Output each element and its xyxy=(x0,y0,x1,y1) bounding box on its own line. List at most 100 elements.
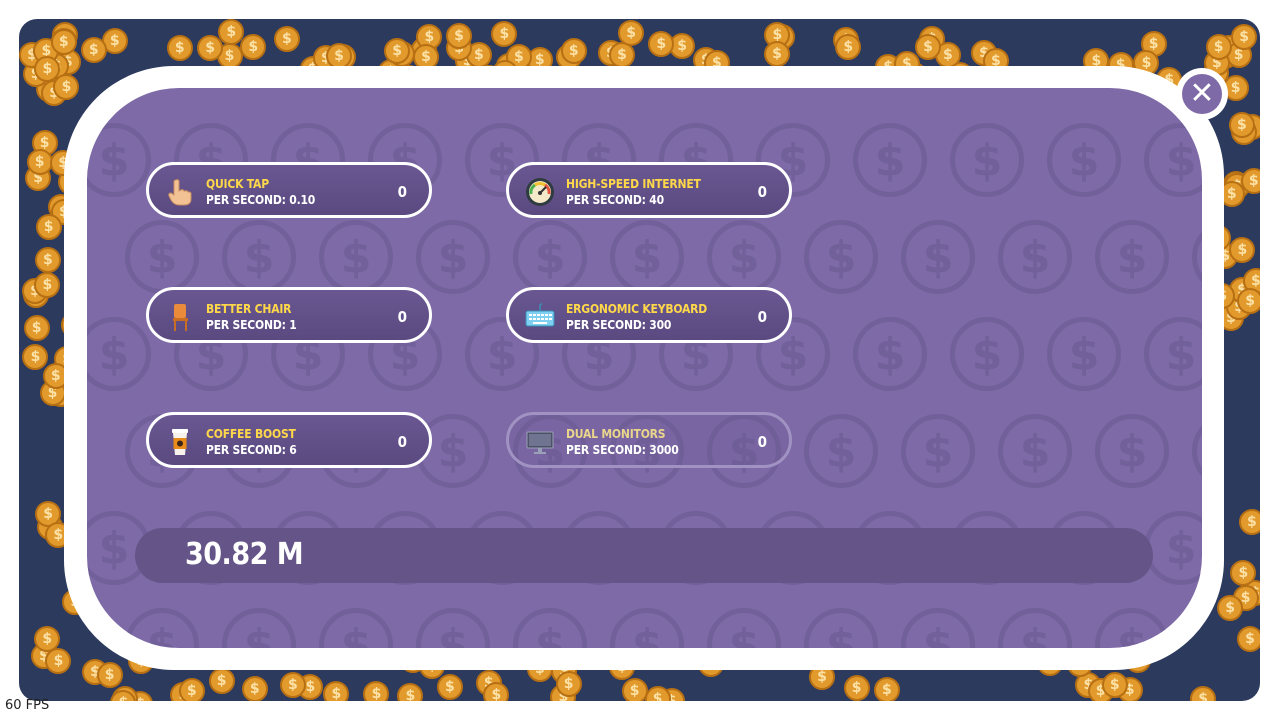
fps-counter: 60 FPS xyxy=(5,698,50,713)
panel-pattern-coin: $ xyxy=(950,123,1024,197)
panel-pattern-coin: $ xyxy=(87,123,151,197)
panel-pattern-coin: $ xyxy=(1144,317,1202,391)
upgrade-high-speed-internet[interactable]: HIGH-SPEED INTERNET PER SECOND: 40 0 xyxy=(506,162,792,218)
hand-tap-icon xyxy=(168,179,192,206)
upgrade-quick-tap[interactable]: QUICK TAP PER SECOND: 0.10 0 xyxy=(146,162,432,218)
upgrade-name: BETTER CHAIR xyxy=(206,302,292,316)
panel-pattern-coin: $ xyxy=(1047,317,1121,391)
falling-coin: $ xyxy=(1217,594,1244,621)
panel-pattern-coin: $ xyxy=(804,414,878,488)
falling-coin: $ xyxy=(22,344,49,371)
chair-icon xyxy=(173,304,188,331)
upgrade-count: 0 xyxy=(757,433,767,451)
balance-value: 30.82 M xyxy=(185,537,304,572)
speedometer-icon xyxy=(526,178,554,206)
panel-pattern-coin: $ xyxy=(416,220,490,294)
falling-coin: $ xyxy=(648,30,675,57)
falling-coin: $ xyxy=(326,42,353,69)
panel-pattern-coin: $ xyxy=(610,608,684,648)
panel-pattern-coin: $ xyxy=(950,317,1024,391)
falling-coin: $ xyxy=(873,677,900,701)
panel-pattern-coin: $ xyxy=(222,220,296,294)
falling-coin: $ xyxy=(1238,508,1260,535)
upgrade-rate: PER SECOND: 0.10 xyxy=(206,193,316,207)
panel-pattern-coin: $ xyxy=(513,608,587,648)
upgrade-name: ERGONOMIC KEYBOARD xyxy=(566,302,708,316)
panel-pattern-coin: $ xyxy=(901,414,975,488)
upgrade-better-chair[interactable]: BETTER CHAIR PER SECOND: 1 0 xyxy=(146,287,432,343)
panel-pattern-coin: $ xyxy=(610,220,684,294)
falling-coin: $ xyxy=(843,675,870,701)
panel-pattern-coin: $ xyxy=(707,220,781,294)
upgrade-count: 0 xyxy=(397,433,407,451)
upgrade-name: QUICK TAP xyxy=(206,177,269,191)
falling-coin: $ xyxy=(208,667,235,694)
panel-pattern-coin: $ xyxy=(998,608,1072,648)
panel-pattern-coin: $ xyxy=(1095,414,1169,488)
falling-coin: $ xyxy=(166,35,193,62)
panel-pattern-coin: $ xyxy=(513,220,587,294)
falling-coin: $ xyxy=(80,36,107,63)
falling-coin: $ xyxy=(323,681,350,701)
falling-coin: $ xyxy=(45,648,72,674)
falling-coin: $ xyxy=(621,677,648,701)
upgrade-count: 0 xyxy=(397,308,407,326)
falling-coin: $ xyxy=(96,662,123,688)
falling-coin: $ xyxy=(363,681,390,701)
upgrade-name: COFFEE BOOST xyxy=(206,427,296,441)
panel-pattern-coin: $ xyxy=(319,608,393,648)
panel-pattern-coin: $ xyxy=(1047,123,1121,197)
panel-pattern-coin: $ xyxy=(1192,220,1202,294)
falling-coin: $ xyxy=(764,40,791,67)
panel-pattern-coin: $ xyxy=(853,317,927,391)
falling-coin: $ xyxy=(446,23,473,50)
upgrade-rate: PER SECOND: 3000 xyxy=(566,443,679,457)
upgrade-coffee-boost[interactable]: COFFEE BOOST PER SECOND: 6 0 xyxy=(146,412,432,468)
panel-pattern-coin: $ xyxy=(1095,608,1169,648)
falling-coin: $ xyxy=(1236,625,1260,652)
falling-coin: $ xyxy=(1229,236,1256,263)
upgrade-dual-monitors[interactable]: DUAL MONITORS PER SECOND: 3000 0 xyxy=(506,412,792,468)
panel-pattern-coin: $ xyxy=(319,220,393,294)
panel-pattern-coin: $ xyxy=(125,608,199,648)
falling-coin: $ xyxy=(1205,34,1232,61)
falling-coin: $ xyxy=(240,33,267,60)
upgrade-rate: PER SECOND: 40 xyxy=(566,193,664,207)
close-icon: ✕ xyxy=(1182,74,1222,114)
falling-coin: $ xyxy=(241,675,268,701)
panel-pattern-coin: $ xyxy=(416,608,490,648)
falling-coin: $ xyxy=(835,33,862,60)
panel-pattern-coin: $ xyxy=(804,220,878,294)
monitor-icon xyxy=(526,431,554,454)
falling-coin: $ xyxy=(34,272,61,299)
upgrade-name: HIGH-SPEED INTERNET xyxy=(566,177,701,191)
falling-coin: $ xyxy=(178,677,205,701)
upgrade-rate: PER SECOND: 1 xyxy=(206,318,297,332)
falling-coin: $ xyxy=(53,73,80,100)
panel-pattern-coin: $ xyxy=(707,608,781,648)
falling-coin: $ xyxy=(1101,671,1128,698)
falling-coin: $ xyxy=(273,25,300,52)
falling-coin: $ xyxy=(644,686,671,701)
upgrade-count: 0 xyxy=(397,183,407,201)
upgrade-count: 0 xyxy=(757,308,767,326)
falling-coin: $ xyxy=(436,674,463,701)
panel-pattern-coin: $ xyxy=(998,414,1072,488)
falling-coin: $ xyxy=(483,681,510,701)
upgrade-name: DUAL MONITORS xyxy=(566,427,666,441)
coffee-cup-icon xyxy=(172,429,188,455)
close-button[interactable]: ✕ xyxy=(1176,68,1228,120)
panel-pattern-coin: $ xyxy=(125,220,199,294)
upgrade-ergonomic-keyboard[interactable]: ERGONOMIC KEYBOARD PER SECOND: 300 0 xyxy=(506,287,792,343)
upgrade-count: 0 xyxy=(757,183,767,201)
balance-bar: 30.82 M xyxy=(135,528,1153,583)
panel-pattern-coin: $ xyxy=(901,608,975,648)
falling-coin: $ xyxy=(1231,24,1258,51)
panel-pattern-coin: $ xyxy=(853,123,927,197)
falling-coin: $ xyxy=(1190,685,1217,701)
falling-coin: $ xyxy=(1237,287,1260,314)
panel-pattern-coin: $ xyxy=(1095,220,1169,294)
upgrade-rate: PER SECOND: 300 xyxy=(566,318,672,332)
falling-coin: $ xyxy=(35,213,62,240)
falling-coin: $ xyxy=(23,314,50,341)
